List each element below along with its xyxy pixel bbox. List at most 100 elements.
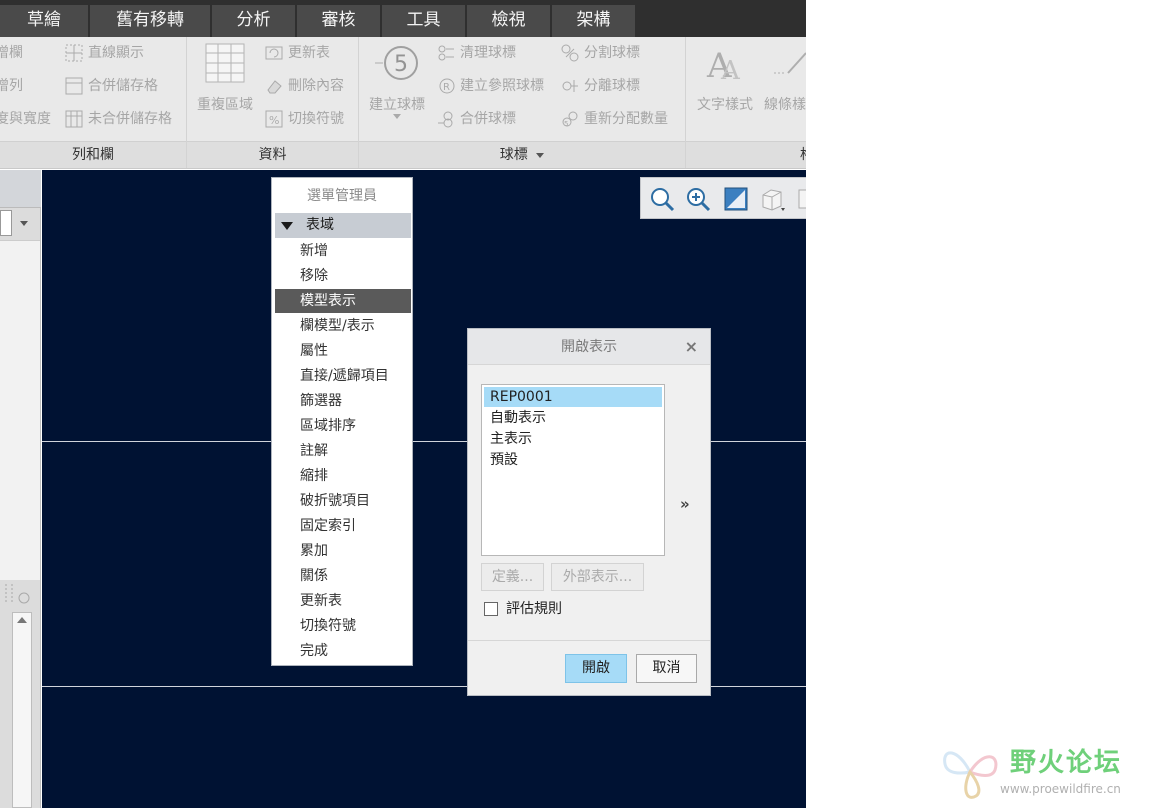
ribbon-tab-bar: 草繪 舊有移轉 分析 審核 工具 檢視 架構 — [0, 0, 806, 37]
application-window: 草繪 舊有移轉 分析 審核 工具 檢視 架構 增欄 增列 度與寬度 直線顯示 合… — [0, 0, 806, 808]
menu-item-summation[interactable]: 累加 — [275, 539, 411, 563]
menu-header-table-region[interactable]: 表域 — [275, 213, 411, 238]
clean-balloons-button[interactable]: 清理球標 — [437, 42, 516, 64]
tab-framework[interactable]: 架構 — [552, 5, 636, 37]
menu-item-indent[interactable]: 縮排 — [275, 464, 411, 488]
chevron-up-icon[interactable] — [17, 617, 27, 623]
height-width-button[interactable]: 度與寬度 — [0, 108, 51, 130]
refresh-icon — [265, 44, 283, 62]
list-item[interactable]: 主表示 — [484, 429, 662, 449]
evaluate-rules-checkbox[interactable] — [484, 602, 498, 616]
repaint-icon[interactable] — [723, 186, 749, 212]
update-table-label: 更新表 — [288, 45, 330, 61]
ribbon-group-data: 重複區域 更新表 刪除內容 % 切換符號 資料 — [187, 37, 359, 168]
menu-item-update-table[interactable]: 更新表 — [275, 589, 411, 613]
unmerge-cells-button[interactable]: 未合併儲存格 — [65, 108, 172, 130]
panel-header — [0, 170, 41, 208]
list-item[interactable]: REP0001 — [484, 387, 662, 407]
expand-arrows-icon[interactable]: » — [680, 495, 690, 513]
menu-manager: 選單管理員 表域 新增 移除 模型表示 欄模型/表示 屬性 直接/遞歸項目 篩選… — [271, 177, 413, 666]
toggle-symbol-button[interactable]: % 切換符號 — [265, 108, 344, 130]
watermark-url: www.proewildfire.cn — [1000, 782, 1121, 796]
ribbon-group-label: 資料 — [187, 141, 358, 168]
balloon-icon-number: 5 — [394, 52, 408, 77]
chevron-down-icon[interactable] — [536, 152, 545, 158]
list-item[interactable]: 自動表示 — [484, 408, 662, 428]
chevron-down-icon[interactable] — [20, 221, 28, 226]
split-balloons-label: 分割球標 — [584, 45, 640, 61]
more-icon[interactable] — [797, 186, 806, 212]
merge-cells-label: 合併儲存格 — [88, 78, 158, 94]
create-balloon-label: 建立球標 — [369, 97, 425, 113]
menu-header-label: 表域 — [306, 217, 334, 233]
svg-text:5: 5 — [564, 120, 568, 128]
ribbon-group-format: AA 文字樣式 線條樣 格 — [686, 37, 806, 168]
detach-balloons-button[interactable]: 分離球標 — [561, 75, 640, 97]
display-style-icon[interactable] — [759, 186, 785, 212]
text-style-icon: AA — [705, 43, 745, 86]
menu-item-direct-recursive[interactable]: 直接/遞歸項目 — [275, 364, 411, 388]
document-icon[interactable] — [0, 210, 12, 236]
tab-label: 舊有移轉 — [116, 10, 184, 30]
show-lines-button[interactable]: 直線顯示 — [65, 42, 144, 64]
update-table-button[interactable]: 更新表 — [265, 42, 330, 64]
menu-item-relations[interactable]: 關係 — [275, 564, 411, 588]
line-style-button[interactable]: 線條樣 — [764, 43, 806, 114]
create-balloon-button[interactable]: 5 建立球標 — [365, 43, 429, 119]
menu-item-fix-index[interactable]: 固定索引 — [275, 514, 411, 538]
tab-view[interactable]: 檢視 — [467, 5, 551, 37]
tab-legacy-migration[interactable]: 舊有移轉 — [90, 5, 211, 37]
model-tree-panel — [0, 170, 41, 808]
close-icon[interactable]: × — [685, 338, 698, 356]
menu-item-model-rep[interactable]: 模型表示 — [275, 289, 411, 313]
tab-analysis[interactable]: 分析 — [212, 5, 296, 37]
menu-item-sort-regions[interactable]: 區域排序 — [275, 414, 411, 438]
list-item[interactable]: 預設 — [484, 450, 662, 470]
open-button[interactable]: 開啟 — [565, 654, 627, 683]
cancel-button[interactable]: 取消 — [636, 654, 697, 683]
redistribute-quantity-label: 重新分配數量 — [584, 111, 668, 127]
tab-tools[interactable]: 工具 — [382, 5, 466, 37]
merge-cells-button[interactable]: 合併儲存格 — [65, 75, 158, 97]
merge-balloons-icon — [437, 110, 455, 128]
merge-balloons-button[interactable]: 合併球標 — [437, 108, 516, 130]
add-column-button[interactable]: 增欄 — [0, 42, 23, 64]
chevron-down-icon — [393, 114, 401, 119]
representation-list[interactable]: REP0001 自動表示 主表示 預設 — [481, 384, 665, 556]
external-rep-button[interactable]: 外部表示... — [551, 563, 644, 591]
menu-item-remove[interactable]: 移除 — [275, 264, 411, 288]
graphics-toolbar — [640, 177, 806, 219]
menu-item-comment[interactable]: 註解 — [275, 439, 411, 463]
zoom-in-icon[interactable] — [685, 186, 711, 212]
menu-item-done[interactable]: 完成 — [275, 639, 411, 663]
text-style-button[interactable]: AA 文字樣式 — [694, 43, 756, 114]
menu-item-column-model-rep[interactable]: 欄模型/表示 — [275, 314, 411, 338]
create-reference-balloon-button[interactable]: R 建立參照球標 — [437, 75, 544, 97]
create-reference-balloon-label: 建立參照球標 — [460, 78, 544, 94]
vertical-scrollbar[interactable] — [12, 612, 32, 808]
menu-item-attributes[interactable]: 屬性 — [275, 339, 411, 363]
height-width-label: 度與寬度 — [0, 111, 51, 127]
settings-icon[interactable] — [2, 582, 36, 606]
balloons-footer-label: 球標 — [499, 147, 528, 163]
redistribute-quantity-button[interactable]: 5 重新分配數量 — [561, 108, 668, 130]
split-balloons-button[interactable]: 分割球標 — [561, 42, 640, 64]
add-row-button[interactable]: 增列 — [0, 75, 23, 97]
evaluate-rules-label: 評估規則 — [506, 601, 562, 617]
menu-item-switch-symbol[interactable]: 切換符號 — [275, 614, 411, 638]
menu-item-dash-item[interactable]: 破折號項目 — [275, 489, 411, 513]
toggle-symbol-label: 切換符號 — [288, 111, 344, 127]
menu-item-new[interactable]: 新增 — [275, 239, 411, 263]
refit-icon[interactable] — [649, 186, 675, 212]
delete-content-button[interactable]: 刪除內容 — [265, 75, 344, 97]
merge-cells-icon — [65, 77, 83, 95]
menu-item-filters[interactable]: 篩選器 — [275, 389, 411, 413]
ribbon-group-balloons: 5 建立球標 清理球標 R 建立參照球標 合併球標 分割球標 分離球標 5 重新… — [359, 37, 686, 168]
tree-area[interactable] — [0, 240, 40, 580]
tab-review[interactable]: 審核 — [297, 5, 381, 37]
define-button[interactable]: 定義... — [481, 563, 544, 591]
repeat-region-button[interactable]: 重複區域 — [194, 43, 256, 114]
reference-balloon-icon: R — [437, 77, 455, 95]
tab-sketch[interactable]: 草繪 — [0, 5, 89, 37]
collapse-triangle-icon — [281, 222, 293, 230]
